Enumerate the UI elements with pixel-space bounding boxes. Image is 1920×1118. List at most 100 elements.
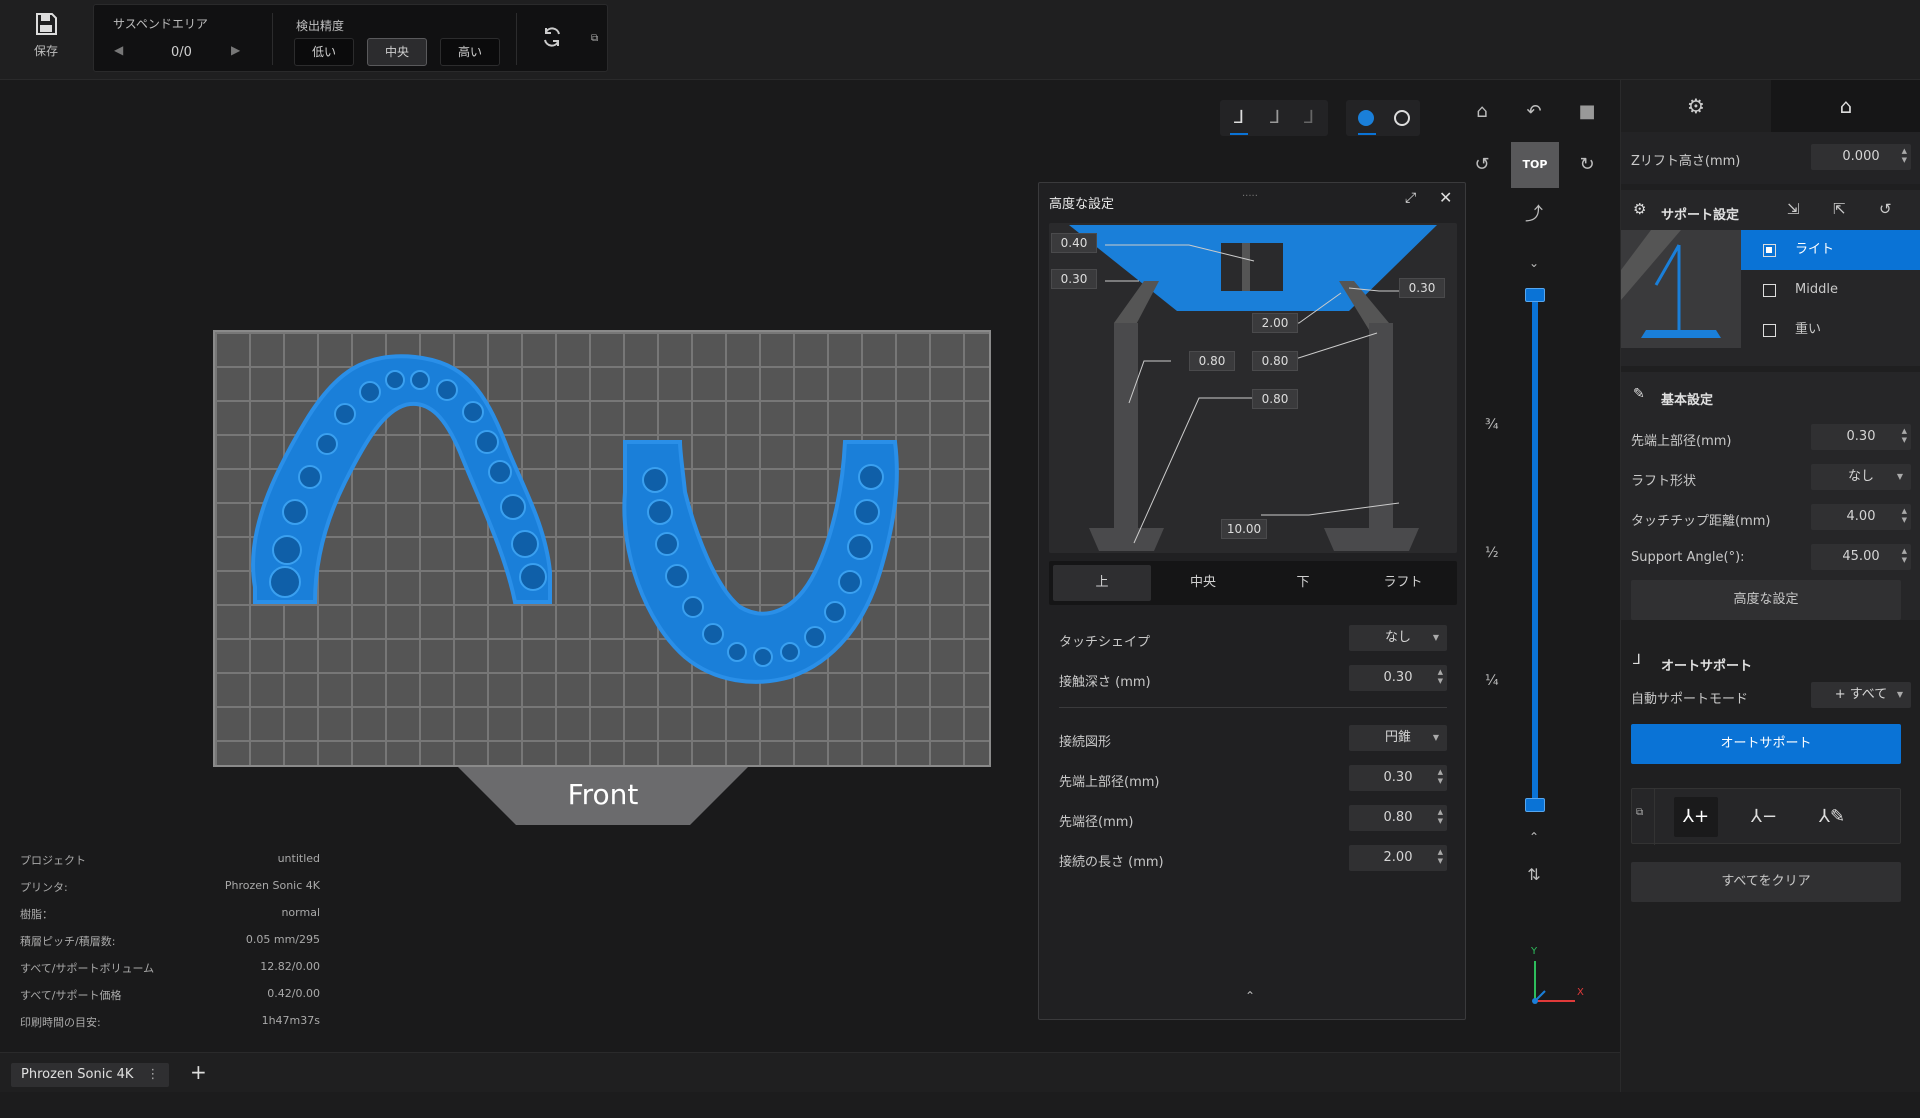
home-view-icon[interactable]: ⌂ [1467,97,1497,127]
chevron-down-icon[interactable]: ⌄ [1519,248,1549,278]
z-lift-input[interactable]: 0.000 ▲ ▼ [1811,144,1911,170]
support-angle-row: Support Angle(°): 45.00 ▲ ▼ [1631,544,1911,572]
top-view-button[interactable]: TOP [1511,142,1559,188]
import-icon[interactable]: ⇲ [1787,200,1800,218]
tip-diameter-input[interactable]: 0.80 ▲ ▼ [1349,805,1447,831]
touch-tip-distance-input[interactable]: 4.00 ▲ ▼ [1811,504,1911,530]
precision-high-button[interactable]: 高い [440,38,500,66]
solid-view-icon[interactable] [1358,110,1374,126]
panel-title: 高度な設定 [1049,197,1115,212]
chevron-down-icon: ▼ [1432,733,1439,742]
tab-model-settings[interactable]: ⚙ [1621,80,1771,132]
support-angle-input[interactable]: 45.00 ▲ ▼ [1811,544,1911,570]
turn-right-icon[interactable]: ↻ [1572,150,1602,180]
connection-length-row: 接続の長さ (mm) 2.00 ▲ ▼ [1059,845,1447,873]
diagram-value: 2.00 [1252,313,1298,333]
build-plate[interactable] [213,330,991,767]
export-icon[interactable]: ⇱ [1833,200,1846,218]
touch-tip-distance-row: タッチチップ距離(mm) 4.00 ▲ ▼ [1631,504,1911,532]
printer-tab[interactable]: Phrozen Sonic 4K ⋮ [11,1063,170,1087]
auto-support-button[interactable]: オートサポート [1631,724,1901,764]
edit-support-icon[interactable]: ⅄✎ [1810,797,1854,837]
precision-low-button[interactable]: 低い [294,38,354,66]
support-tool-icon[interactable]: ⅃ [1224,103,1254,133]
turn-left-icon[interactable]: ↺ [1467,150,1497,180]
slider-mark-1-4: ¼ [1485,673,1499,689]
stepper-icon: ▲ ▼ [1437,768,1443,785]
slider-mark-3-4: ¾ [1485,417,1499,433]
checkbox[interactable] [1763,324,1776,337]
save-button[interactable]: 保存 [24,12,68,68]
info-row: 樹脂： normal [20,906,320,921]
connection-shape-row: 接続図形 円錐 ▼ [1059,725,1447,753]
chevron-up-icon[interactable]: ⌃ [1519,822,1549,852]
remove-support-icon[interactable]: ⅄− [1742,797,1786,837]
support-settings-section: ⚙ サポート設定 ⇲ ⇱ ↺ ライト Middle 重い [1621,190,1920,366]
close-icon[interactable]: ✕ [1439,188,1452,207]
tab-top[interactable]: 上 [1053,565,1151,601]
save-label: 保存 [33,44,58,58]
tab-middle[interactable]: 中央 [1154,565,1252,601]
diagram-value: 0.40 [1051,233,1097,253]
touch-shape-dropdown[interactable]: なし ▼ [1349,625,1447,651]
expand-icon[interactable]: ⧉ [591,33,598,44]
preset-heavy[interactable]: 重い [1741,310,1920,350]
layer-slider-track[interactable] [1532,290,1538,810]
raft-shape-dropdown[interactable]: なし ▼ [1811,464,1911,490]
contact-depth-input[interactable]: 0.30 ▲ ▼ [1349,665,1447,691]
printer-tab-bar: Phrozen Sonic 4K ⋮ + [0,1052,1620,1092]
preset-light[interactable]: ライト [1741,230,1920,270]
diagram-value: 0.80 [1252,389,1298,409]
rotate-up-icon[interactable]: ⤴ [1519,200,1549,230]
maximize-icon[interactable]: ⤢ [1405,190,1416,206]
detection-group: サスペンドエリア ◀ 0/0 ▶ 検出精度 低い 中央 高い ⧉ [93,4,608,72]
precision-mid-button[interactable]: 中央 [367,38,427,66]
diagram-value: 0.30 [1051,269,1097,289]
layer-slider-bottom-handle[interactable] [1525,798,1545,812]
checkbox[interactable] [1763,284,1776,297]
auto-mode-dropdown[interactable]: + すべて ▼ [1811,682,1911,708]
refresh-icon[interactable] [537,25,567,55]
clear-all-button[interactable]: すべてをクリア [1631,862,1901,902]
auto-mode-row: 自動サポートモード + すべて ▼ [1631,682,1911,710]
tip-top-diameter-input[interactable]: 0.30 ▲ ▼ [1349,765,1447,791]
collapse-icon[interactable]: ⧉ [1636,807,1643,818]
more-options-icon[interactable]: ⋮ [146,1063,159,1087]
chevron-up-icon[interactable]: ⌃ [1245,989,1255,1003]
preset-middle[interactable]: Middle [1741,270,1920,310]
active-indicator [1358,133,1376,135]
tab-raft[interactable]: ラフト [1354,565,1452,601]
tab-support-settings[interactable]: ⌂ [1771,80,1920,132]
divider [1059,707,1447,708]
tip-diameter-row: 先端径(mm) 0.80 ▲ ▼ [1059,805,1447,833]
cube-view-icon[interactable]: ■ [1572,97,1602,127]
info-row: 印刷時間の目安: 1h47m37s [20,1014,320,1029]
layer-slider-top-handle[interactable] [1525,288,1545,302]
support-tool3-icon[interactable]: ⅃ [1294,103,1324,133]
rotate-left-icon[interactable]: ↶ [1519,97,1549,127]
support-part-tabs: 上 中央 下 ラフト [1049,561,1457,605]
reset-icon[interactable]: ↺ [1879,200,1892,218]
axis-x-label: X [1577,987,1584,998]
connection-length-input[interactable]: 2.00 ▲ ▼ [1349,845,1447,871]
dental-models[interactable] [215,332,993,769]
add-support-icon[interactable]: ⅄+ [1674,797,1718,837]
prev-arrow-icon[interactable]: ◀ [114,43,123,57]
stepper-icon: ▲ ▼ [1437,668,1443,685]
support-tool2-icon[interactable]: ⅃ [1260,103,1290,133]
tab-bottom[interactable]: 下 [1254,565,1352,601]
xray-view-icon[interactable] [1394,110,1410,126]
chevron-down-icon: ▼ [1432,633,1439,642]
layer-jump-icon[interactable]: ⇅ [1519,860,1549,890]
support-preview-image [1621,230,1741,348]
next-arrow-icon[interactable]: ▶ [231,43,240,57]
info-row: プリンタ: Phrozen Sonic 4K [20,879,320,894]
checkbox[interactable] [1763,244,1776,257]
info-row: すべて/サポート価格 0.42/0.00 [20,987,320,1002]
connection-shape-dropdown[interactable]: 円錐 ▼ [1349,725,1447,751]
diagram-value: 0.80 [1252,351,1298,371]
add-tab-icon[interactable]: + [190,1060,207,1084]
tip-top-diameter-input[interactable]: 0.30 ▲ ▼ [1811,424,1911,450]
drag-handle-icon[interactable]: ····· [1242,191,1258,202]
advanced-settings-button[interactable]: 高度な設定 [1631,580,1901,620]
